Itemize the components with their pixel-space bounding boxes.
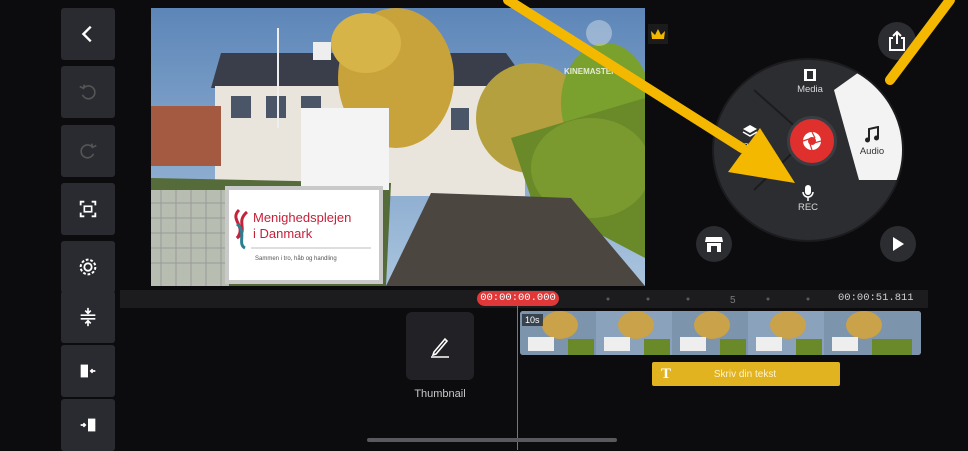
annotation-arrows	[503, 0, 955, 183]
